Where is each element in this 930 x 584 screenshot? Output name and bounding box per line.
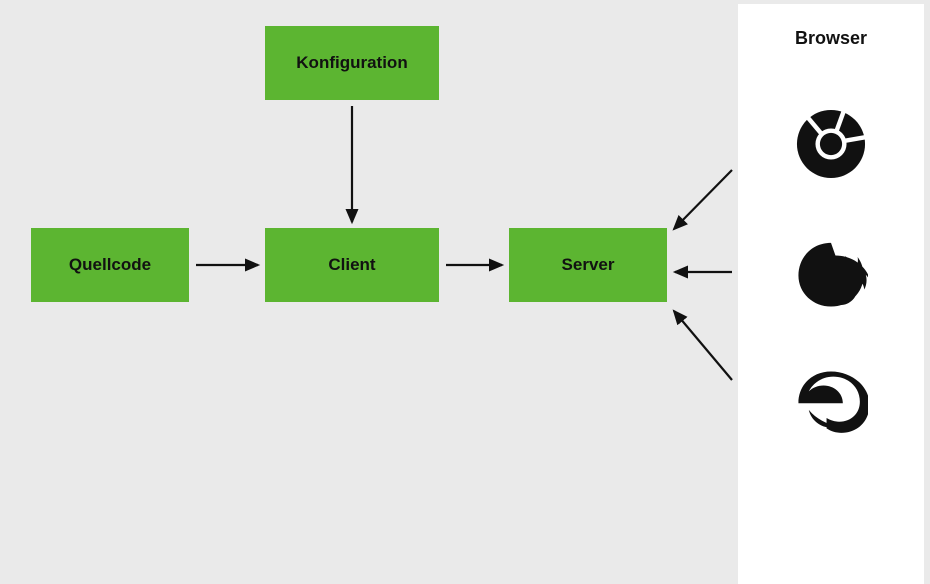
node-label: Client — [328, 255, 375, 275]
browser-panel-title: Browser — [795, 28, 867, 49]
node-label: Server — [562, 255, 615, 275]
node-quellcode: Quellcode — [31, 228, 189, 302]
node-label: Konfiguration — [296, 53, 407, 73]
arrow-chrome-server — [674, 170, 732, 229]
node-server: Server — [509, 228, 667, 302]
arrow-edge-server — [674, 311, 732, 380]
node-label: Quellcode — [69, 255, 151, 275]
node-konfiguration: Konfiguration — [265, 26, 439, 100]
browser-panel: Browser — [738, 4, 924, 584]
chrome-icon — [794, 107, 868, 181]
node-client: Client — [265, 228, 439, 302]
firefox-icon — [794, 237, 868, 311]
diagram-stage: Konfiguration Quellcode Client Server Br… — [0, 0, 930, 584]
edge-icon — [794, 367, 868, 441]
